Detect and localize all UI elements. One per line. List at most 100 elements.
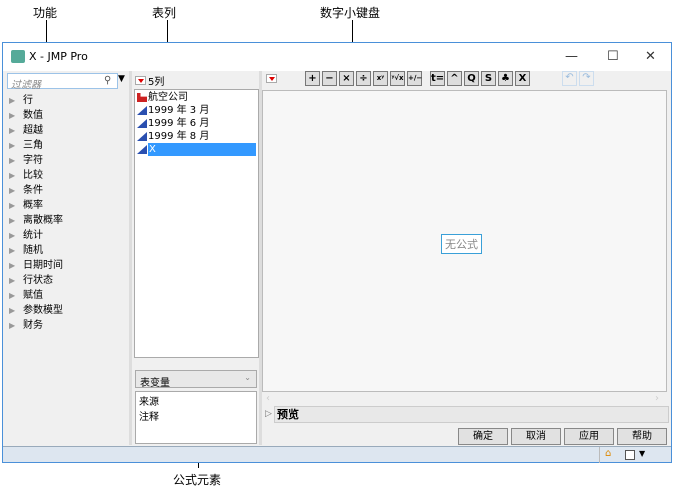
function-category[interactable]: ▶ 三角 [3, 138, 129, 153]
formula-red-triangle-icon[interactable] [266, 73, 277, 83]
preview-section[interactable]: ▷ 预览 [265, 405, 669, 423]
status-bar: ⌂ ▼ [3, 446, 671, 463]
function-category[interactable]: ▶ 比较 [3, 168, 129, 183]
column-name: X [148, 143, 256, 156]
elements-dropdown-value: 表变量 [140, 378, 170, 389]
keypad-button[interactable]: ʸ√x [390, 71, 405, 86]
keypad-button[interactable]: Q [464, 71, 479, 86]
column-name: 航空公司 [148, 92, 188, 103]
minimize-button[interactable]: — [565, 49, 578, 64]
close-button[interactable]: ✕ [645, 49, 656, 64]
preview-label: 预览 [274, 405, 669, 423]
function-category[interactable]: ▶ 概率 [3, 198, 129, 213]
function-category[interactable]: ▶ 财务 [3, 318, 129, 333]
column-item[interactable]: X [135, 143, 258, 156]
filter-dropdown-arrow[interactable]: ▼ [118, 74, 125, 84]
elements-dropdown[interactable]: 表变量 ⌄ [135, 370, 257, 389]
scroll-right-icon[interactable]: › [655, 393, 659, 404]
columns-list: 航空公司 1999 年 3 月 1999 年 6 月 1999 年 8 月X [134, 89, 259, 358]
filter-placeholder: 过滤器 [11, 80, 41, 91]
element-item[interactable]: 注释 [139, 408, 253, 423]
keypad-button[interactable]: +∕− [407, 71, 422, 86]
filter-input[interactable]: 过滤器 ⚲ [7, 73, 118, 91]
maximize-button[interactable]: ☐ [607, 49, 619, 64]
keypad-button[interactable]: − [322, 71, 337, 86]
function-category[interactable]: ▶ 参数模型 [3, 303, 129, 318]
home-icon[interactable]: ⌂ [605, 448, 611, 459]
scroll-left-icon[interactable]: ‹ [266, 393, 270, 404]
function-category-label: 行 [23, 95, 33, 106]
column-item[interactable]: 1999 年 8 月 [135, 130, 258, 143]
function-category-label: 数值 [23, 110, 43, 121]
callout-keypad: 数字小键盘 [320, 6, 381, 20]
function-category[interactable]: ▶ 统计 [3, 228, 129, 243]
expand-triangle-icon: ▶ [9, 96, 16, 105]
keypad-toolbar: + − × ÷ xʸ ʸ√x +∕− t= ^ Q S ♣ X [305, 71, 532, 86]
keypad-button[interactable]: t= [430, 71, 445, 86]
formula-area[interactable]: 无公式 [262, 90, 667, 392]
function-category-label: 参数模型 [23, 305, 63, 316]
column-item[interactable]: 1999 年 6 月 [135, 117, 258, 130]
title-bar: X - JMP Pro — ☐ ✕ [3, 43, 671, 71]
function-category-label: 离散概率 [23, 215, 63, 226]
help-button[interactable]: 帮助 [617, 428, 667, 445]
function-category-label: 概率 [23, 200, 43, 211]
element-item[interactable]: 来源 [139, 393, 253, 408]
keypad-button[interactable]: X [515, 71, 530, 86]
jmp-app-icon [11, 50, 25, 63]
function-tree: ▶ 行 ▶ 数值 ▶ 超越 ▶ 三角 ▶ 字符 ▶ 比较 ▶ 条件 ▶ 概率 ▶ 离散概率 ▶ 统计 ▶ 随机 ▶ 日期时间 ▶… [3, 93, 129, 333]
redo-icon[interactable]: ↷ [579, 71, 594, 86]
keypad-button[interactable]: ^ [447, 71, 462, 86]
function-category-label: 赋值 [23, 290, 43, 301]
expand-triangle-icon: ▶ [9, 306, 16, 315]
function-category-label: 字符 [23, 155, 43, 166]
function-category[interactable]: ▶ 条件 [3, 183, 129, 198]
function-category[interactable]: ▶ 行 [3, 93, 129, 108]
continuous-column-icon [137, 119, 147, 128]
status-dropdown-arrow[interactable]: ▼ [639, 449, 645, 458]
expand-triangle-icon: ▶ [9, 231, 16, 240]
apply-button[interactable]: 应用 [564, 428, 614, 445]
cancel-button[interactable]: 取消 [511, 428, 561, 445]
keypad-button[interactable]: ♣ [498, 71, 513, 86]
function-category-label: 随机 [23, 245, 43, 256]
undo-icon[interactable]: ↶ [562, 71, 577, 86]
function-category[interactable]: ▶ 超越 [3, 123, 129, 138]
formula-editor-window: X - JMP Pro — ☐ ✕ 过滤器 ⚲ ▼ ▶ 行 ▶ 数值 ▶ 超越 ▶ 三角 ▶ 字符… [2, 42, 672, 463]
callout-functions: 功能 [33, 6, 58, 20]
function-category-label: 财务 [23, 320, 43, 331]
function-category-label: 条件 [23, 185, 43, 196]
column-name: 1999 年 6 月 [148, 118, 210, 129]
column-item[interactable]: 航空公司 [135, 91, 258, 104]
expand-triangle-icon: ▶ [9, 186, 16, 195]
callout-columns: 表列 [152, 6, 177, 20]
function-category[interactable]: ▶ 离散概率 [3, 213, 129, 228]
expand-triangle-icon: ▶ [9, 156, 16, 165]
function-category-label: 日期时间 [23, 260, 63, 271]
keypad-button[interactable]: × [339, 71, 354, 86]
window-list-icon[interactable] [625, 450, 635, 460]
window-title: X - JMP Pro [29, 50, 88, 63]
keypad-button[interactable]: ÷ [356, 71, 371, 86]
column-item[interactable]: 1999 年 3 月 [135, 104, 258, 117]
no-formula-box[interactable]: 无公式 [441, 234, 482, 254]
expand-triangle-icon: ▶ [9, 171, 16, 180]
function-category[interactable]: ▶ 赋值 [3, 288, 129, 303]
expand-triangle-icon: ▶ [9, 291, 16, 300]
function-category[interactable]: ▶ 行状态 [3, 273, 129, 288]
continuous-column-icon [137, 106, 147, 115]
red-triangle-menu-icon[interactable] [135, 75, 146, 85]
function-category[interactable]: ▶ 数值 [3, 108, 129, 123]
keypad-button[interactable]: S [481, 71, 496, 86]
keypad-button[interactable]: xʸ [373, 71, 388, 86]
expand-triangle-icon: ▶ [9, 216, 16, 225]
disclosure-icon: ▷ [265, 409, 272, 419]
expand-triangle-icon: ▶ [9, 246, 16, 255]
function-category-label: 统计 [23, 230, 43, 241]
elements-list: 来源 注释 [135, 391, 257, 444]
keypad-button[interactable]: + [305, 71, 320, 86]
ok-button[interactable]: 确定 [458, 428, 508, 445]
function-category[interactable]: ▶ 随机 [3, 243, 129, 258]
function-category[interactable]: ▶ 字符 [3, 153, 129, 168]
function-category[interactable]: ▶ 日期时间 [3, 258, 129, 273]
